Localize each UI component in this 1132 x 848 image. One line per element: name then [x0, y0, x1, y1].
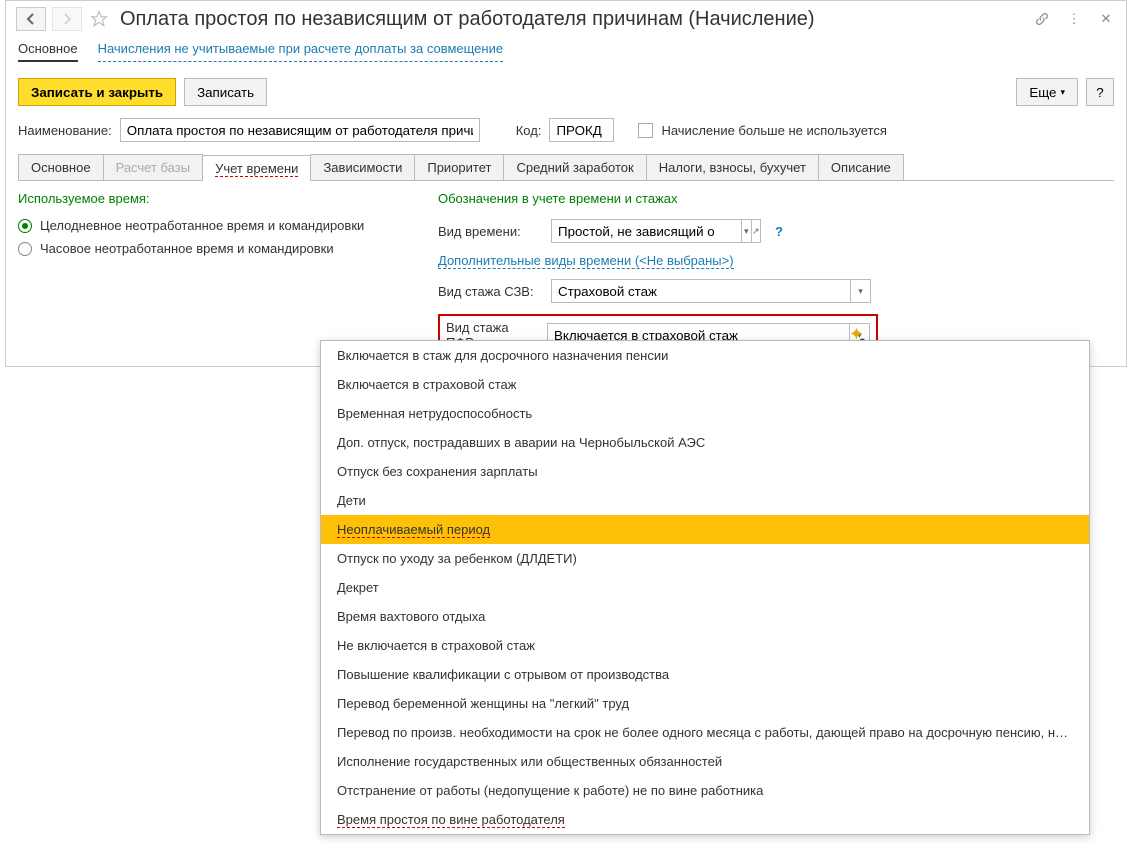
tab-desc[interactable]: Описание	[818, 154, 904, 180]
dropdown-item[interactable]: Исполнение государственных или обществен…	[321, 747, 1089, 776]
section-link[interactable]: Начисления не учитываемые при расчете до…	[98, 41, 504, 62]
szv-select[interactable]: ▾	[551, 279, 871, 303]
szv-label: Вид стажа СЗВ:	[438, 284, 543, 299]
tab-base: Расчет базы	[103, 154, 204, 180]
dropdown-item[interactable]: Неоплачиваемый период	[321, 515, 1089, 544]
chevron-down-icon[interactable]: ▾	[741, 220, 751, 242]
dropdown-item[interactable]: Отпуск по уходу за ребенком (ДЛДЕТИ)	[321, 544, 1089, 573]
time-type-input[interactable]	[552, 220, 741, 242]
open-icon[interactable]: ↗	[751, 220, 761, 242]
section-main[interactable]: Основное	[18, 41, 78, 62]
radio-full-day[interactable]	[18, 219, 32, 233]
more-label: Еще	[1029, 85, 1056, 100]
dropdown-item[interactable]: Доп. отпуск, пострадавших в аварии на Че…	[321, 428, 1089, 457]
not-used-label: Начисление больше не используется	[661, 123, 886, 138]
menu-icon[interactable]: ⋮	[1064, 9, 1084, 29]
code-input[interactable]	[549, 118, 614, 142]
time-type-label: Вид времени:	[438, 224, 543, 239]
dropdown-item[interactable]: Повышение квалификации с отрывом от прои…	[321, 660, 1089, 689]
more-button[interactable]: Еще▾	[1016, 78, 1078, 106]
dropdown-item[interactable]: Время вахтового отдыха	[321, 602, 1089, 631]
page-title: Оплата простоя по независящим от работод…	[120, 8, 815, 31]
dropdown-item[interactable]: Включается в страховой стаж	[321, 370, 1089, 399]
tab-time[interactable]: Учет времени	[202, 155, 311, 181]
tab-deps[interactable]: Зависимости	[310, 154, 415, 180]
tab-avg[interactable]: Средний заработок	[503, 154, 646, 180]
tab-time-label: Учет времени	[215, 161, 298, 177]
time-type-select[interactable]: ▾ ↗	[551, 219, 761, 243]
tab-priority[interactable]: Приоритет	[414, 154, 504, 180]
radio-hourly-label: Часовое неотработанное время и командиро…	[40, 241, 334, 256]
close-icon[interactable]: ✕	[1096, 9, 1116, 29]
help-icon[interactable]: ?	[775, 224, 783, 239]
tab-main[interactable]: Основное	[18, 154, 104, 180]
dropdown-item[interactable]: Не включается в страховой стаж	[321, 631, 1089, 660]
name-label: Наименование:	[18, 123, 112, 138]
forward-button[interactable]	[52, 7, 82, 31]
szv-input[interactable]	[552, 280, 850, 302]
dropdown-item[interactable]: Дети	[321, 486, 1089, 515]
dropdown-item[interactable]: Отстранение от работы (недопущение к раб…	[321, 776, 1089, 805]
dropdown-item[interactable]: Временная нетрудоспособность	[321, 399, 1089, 428]
dropdown-item[interactable]: Перевод беременной женщины на "легкий" т…	[321, 689, 1089, 718]
not-used-checkbox[interactable]	[638, 123, 653, 138]
dropdown-item[interactable]: Декрет	[321, 573, 1089, 602]
save-button[interactable]: Записать	[184, 78, 267, 106]
help-button[interactable]: ?	[1086, 78, 1114, 106]
code-label: Код:	[516, 123, 542, 138]
save-and-close-button[interactable]: Записать и закрыть	[18, 78, 176, 106]
tab-tax[interactable]: Налоги, взносы, бухучет	[646, 154, 819, 180]
radio-full-day-label: Целодневное неотработанное время и коман…	[40, 218, 364, 233]
additional-types-link[interactable]: Дополнительные виды времени (<Не выбраны…	[438, 253, 734, 269]
favorite-icon[interactable]	[88, 8, 110, 30]
dropdown-item[interactable]: Отпуск без сохранения зарплаты	[321, 457, 1089, 486]
dropdown-item[interactable]: Включается в стаж для досрочного назначе…	[321, 341, 1089, 370]
radio-hourly[interactable]	[18, 242, 32, 256]
back-button[interactable]	[16, 7, 46, 31]
designations-label: Обозначения в учете времени и стажах	[438, 191, 1114, 206]
name-input[interactable]	[120, 118, 480, 142]
pfr-dropdown[interactable]: Включается в стаж для досрочного назначе…	[320, 340, 1090, 835]
dropdown-item[interactable]: Время простоя по вине работодателя	[321, 805, 1089, 834]
used-time-label: Используемое время:	[18, 191, 408, 206]
chevron-down-icon[interactable]: ▾	[850, 280, 870, 302]
link-icon[interactable]	[1032, 9, 1052, 29]
tab-bar: Основное Расчет базы Учет времени Зависи…	[18, 154, 1114, 181]
dropdown-item[interactable]: Перевод по произв. необходимости на срок…	[321, 718, 1089, 747]
